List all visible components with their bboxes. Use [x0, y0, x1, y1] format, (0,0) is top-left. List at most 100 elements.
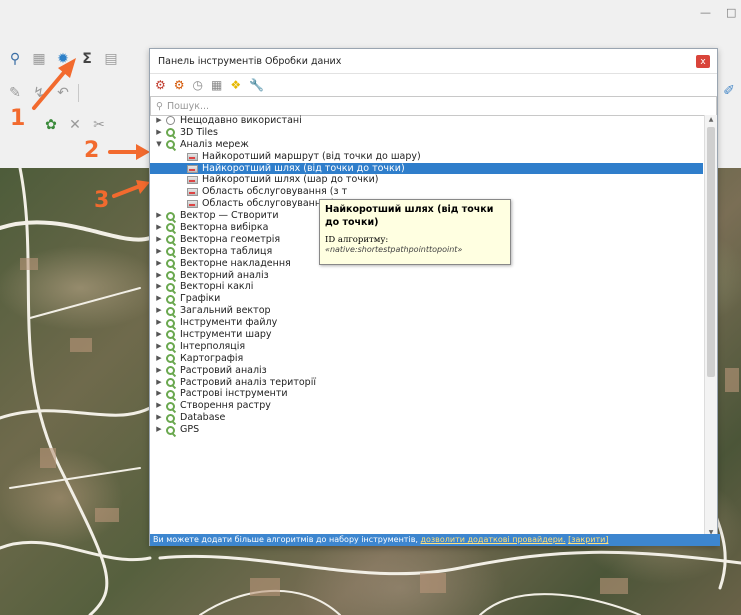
expand-right-icon[interactable]: ▶ — [154, 341, 164, 353]
tree-item-label: 3D Tiles — [180, 126, 218, 138]
expand-right-icon[interactable]: ▶ — [154, 127, 164, 139]
tree-group[interactable]: ▶ Растрові інструменти — [150, 388, 703, 400]
algorithm-icon — [186, 175, 198, 185]
options-icon[interactable]: 🔧 — [249, 78, 264, 92]
results-icon[interactable]: ▦ — [211, 78, 222, 92]
scroll-thumb[interactable] — [707, 127, 715, 377]
minimize-button[interactable]: — — [700, 6, 711, 19]
tree-group[interactable]: ▶ Інструменти шару — [150, 329, 703, 341]
edit-features-icon[interactable]: ❖ — [230, 78, 241, 92]
qgis-provider-icon — [164, 378, 176, 388]
qgis-provider-icon — [164, 425, 176, 435]
qgis-provider-icon — [164, 223, 176, 233]
expand-right-icon[interactable]: ▶ — [154, 246, 164, 258]
identify-icon[interactable]: ⚲ — [6, 50, 24, 68]
expand-right-icon[interactable]: ▶ — [154, 270, 164, 282]
expand-right-icon[interactable]: ▶ — [154, 329, 164, 341]
close-footer-link[interactable]: [закрити] — [568, 535, 608, 544]
qgis-provider-icon — [164, 140, 176, 150]
tree-group[interactable]: ▶ Database — [150, 412, 703, 424]
tree-group[interactable]: ▶ Інструменти файлу — [150, 317, 703, 329]
tree-group[interactable]: ▶ Загальний вектор — [150, 305, 703, 317]
tree-group[interactable]: ▶ 3D Tiles — [150, 127, 703, 139]
expand-right-icon[interactable]: ▶ — [154, 400, 164, 412]
tree-item-label: Інструменти шару — [180, 329, 272, 341]
qgis-provider-icon — [164, 354, 176, 364]
tree-group[interactable]: ▶ Нещодавно використані — [150, 115, 703, 127]
expand-right-icon[interactable]: ▶ — [154, 222, 164, 234]
tree-group[interactable]: ▶ Векторні каклі — [150, 281, 703, 293]
table-icon[interactable]: ▦ — [30, 50, 48, 68]
tree-group[interactable]: ▶ Векторний аналіз — [150, 270, 703, 282]
edit-icon[interactable]: ✎ — [6, 84, 24, 102]
tree-item-label: Найкоротший шлях (шар до точки) — [202, 174, 379, 186]
expand-right-icon[interactable]: ▶ — [154, 210, 164, 222]
tree-group[interactable]: ▶ Інтерполяція — [150, 341, 703, 353]
qgis-provider-icon — [164, 259, 176, 269]
search-placeholder: Пошук... — [166, 100, 210, 112]
close-button[interactable]: x — [696, 55, 710, 68]
algorithm-item[interactable]: Найкоротший шлях (шар до точки) — [150, 174, 703, 186]
sigma-icon[interactable]: Σ — [78, 50, 96, 68]
scroll-up-icon[interactable]: ▲ — [705, 116, 717, 123]
expand-right-icon[interactable]: ▶ — [154, 424, 164, 436]
qgis-provider-icon — [164, 330, 176, 340]
digitize-icon[interactable]: ✿ — [42, 116, 60, 134]
qgis-provider-icon — [164, 366, 176, 376]
enable-providers-link[interactable]: дозволити додаткові провайдери. — [421, 535, 566, 544]
expand-right-icon[interactable]: ▶ — [154, 353, 164, 365]
snap-icon[interactable]: ↯ — [30, 84, 48, 102]
delete-icon[interactable]: ✕ — [66, 116, 84, 134]
tree-group[interactable]: ▶ Картографія — [150, 353, 703, 365]
processing-gear-icon[interactable]: ✹ — [54, 50, 72, 68]
expand-right-icon[interactable]: ▶ — [154, 317, 164, 329]
tree-group[interactable]: ▶ Растровий аналіз — [150, 365, 703, 377]
tree-item-label: Векторна таблиця — [180, 245, 273, 257]
tree-item-label: Database — [180, 412, 226, 424]
expand-right-icon[interactable]: ▶ — [154, 305, 164, 317]
tree-item-label: Векторне накладення — [180, 257, 291, 269]
expand-right-icon[interactable]: ▶ — [154, 388, 164, 400]
search-icon: ⚲ — [156, 100, 163, 112]
tree-group[interactable]: ▶ Створення растру — [150, 400, 703, 412]
tree-item-label: Векторний аналіз — [180, 269, 269, 281]
tree-group[interactable]: ▶ GPS — [150, 424, 703, 436]
pen-icon[interactable]: ✐ — [720, 82, 738, 100]
algorithm-item[interactable]: Область обслуговування (з т — [150, 186, 703, 198]
expand-right-icon[interactable]: ▶ — [154, 234, 164, 246]
algorithm-icon — [186, 199, 198, 209]
expand-right-icon[interactable]: ▶ — [154, 293, 164, 305]
expand-right-icon[interactable]: ▶ — [154, 365, 164, 377]
history-icon[interactable]: ◷ — [193, 78, 203, 92]
tree-group[interactable]: ▼ Аналіз мереж — [150, 139, 703, 151]
tree-scrollbar[interactable]: ▲ ▼ — [704, 115, 717, 537]
algorithm-item[interactable]: Найкоротший шлях (від точки до точки) — [150, 162, 703, 175]
undo-icon[interactable]: ↶ — [54, 84, 72, 102]
attribute-table-icon[interactable]: ▤ — [102, 50, 120, 68]
algorithm-icon — [186, 187, 198, 197]
search-input[interactable]: ⚲ Пошук... — [150, 96, 717, 116]
tree-item-label: Векторні каклі — [180, 281, 254, 293]
tree-group[interactable]: ▶ Растровий аналіз території — [150, 377, 703, 389]
maximize-button[interactable]: □ — [726, 6, 736, 19]
expand-right-icon[interactable]: ▶ — [154, 412, 164, 424]
qgis-provider-icon — [164, 306, 176, 316]
expand-right-icon[interactable]: ▶ — [154, 377, 164, 389]
panel-footer: Ви можете додати більше алгоритмів до на… — [150, 534, 720, 546]
toolbar-separator — [78, 84, 79, 102]
qgis-provider-icon — [164, 413, 176, 423]
expand-right-icon[interactable]: ▶ — [154, 281, 164, 293]
qgis-provider-icon — [164, 294, 176, 304]
qgis-provider-icon — [164, 389, 176, 399]
annotation-1: 1 — [10, 106, 26, 131]
models-icon[interactable]: ⚙ — [155, 78, 166, 92]
expand-right-icon[interactable]: ▶ — [154, 258, 164, 270]
algorithm-tree[interactable]: ▶ Нещодавно використані ▶ 3D Tiles ▼ Аналіз м… — [150, 115, 703, 537]
algorithm-item[interactable]: Найкоротший маршрут (від точки до шару) — [150, 151, 703, 163]
expand-right-icon[interactable]: ▶ — [154, 115, 164, 127]
scripts-icon[interactable]: ⚙ — [174, 78, 185, 92]
tree-item-label: Інтерполяція — [180, 340, 246, 352]
tree-group[interactable]: ▶ Графіки — [150, 293, 703, 305]
cut-icon[interactable]: ✂ — [90, 116, 108, 134]
expand-down-icon[interactable]: ▼ — [154, 139, 164, 151]
